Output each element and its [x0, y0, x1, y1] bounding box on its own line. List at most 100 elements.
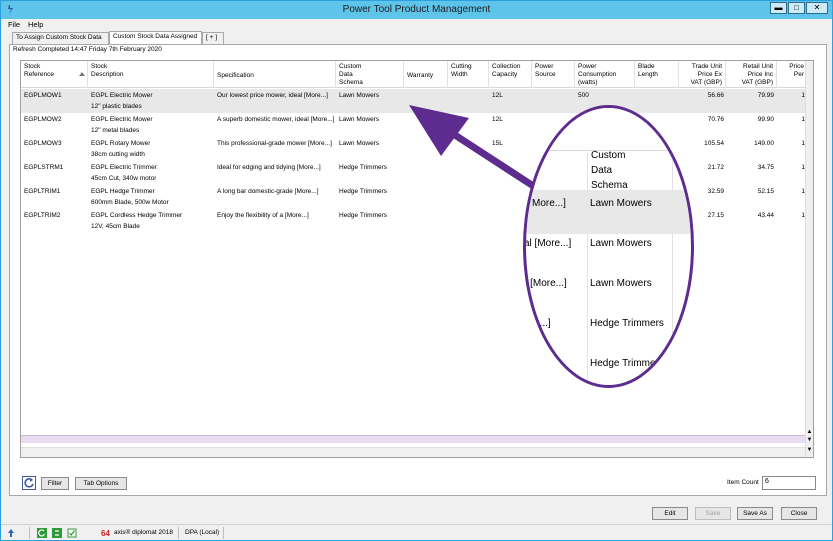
scroll-end-icon[interactable]: ▼ [806, 446, 813, 454]
cell-retail: 43.44 [757, 212, 774, 219]
cell-schema: Lawn Mowers [339, 116, 380, 123]
menu-file[interactable]: File [8, 20, 20, 29]
cell-desc: EGPL Rotary Mower [91, 140, 151, 147]
save-button[interactable]: Save [695, 507, 731, 520]
scroll-down-icon[interactable]: ▼ [806, 436, 813, 444]
item-count-field: 6 [762, 476, 816, 490]
zoom-schema-text: Hedge Trimmers [590, 318, 664, 329]
cell-schema: Hedge Trimmers [339, 212, 388, 219]
save-as-button[interactable]: Save As [737, 507, 773, 520]
col-stock-reference[interactable]: Stock Reference [21, 61, 88, 88]
menu-help[interactable]: Help [28, 20, 43, 29]
col-specification[interactable]: Specification [214, 61, 336, 88]
tab-options-button[interactable]: Tab Options [75, 477, 127, 490]
cell-desc-line2: 600mm Blade, 500w Motor [91, 199, 169, 206]
item-count-label: Item Count [727, 479, 759, 486]
refresh-icon [24, 478, 34, 488]
col-trade-price[interactable]: Trade Unit Price Ex VAT (GBP) [679, 61, 726, 88]
zoom-spec-text: al [More...] [524, 238, 572, 249]
minimize-button[interactable]: ▬ [770, 2, 787, 14]
maximize-button[interactable]: □ [788, 2, 805, 14]
zoom-column-line [587, 150, 588, 385]
col-power-consumption[interactable]: Power Consumption (watts) [575, 61, 635, 88]
cell-spec[interactable]: Ideal for edging and tidying [More...] [217, 162, 335, 173]
close-window-button[interactable]: ✕ [806, 2, 828, 14]
cell-ref: EGPLTRIM1 [24, 188, 61, 195]
cell-retail: 52.15 [757, 188, 774, 195]
zoom-schema-text: Lawn Mowers [590, 198, 652, 209]
cell-desc-line2: 12V, 45cm Blade [91, 223, 140, 230]
cell-desc: EGPL Electric Trimmer [91, 164, 157, 171]
cell-power: 500 [578, 92, 589, 99]
status-product: axis® diplomat 2018 [114, 529, 173, 536]
col-retail-price[interactable]: Retail Unit Price Inc VAT (GBP) [726, 61, 777, 88]
edit-button[interactable]: Edit [652, 507, 688, 520]
zoom-col-custom-data-schema: Custom Data Schema [591, 150, 628, 191]
cell-schema: Hedge Trimmers [339, 188, 388, 195]
sync-icon[interactable] [52, 528, 62, 538]
upload-icon[interactable] [6, 528, 16, 538]
cell-spec[interactable]: Enjoy the flexibility of a [More...] [217, 210, 335, 221]
col-power-source[interactable]: Power Source [532, 61, 575, 88]
col-warranty[interactable]: Warranty [404, 61, 448, 88]
app-window: Power Tool Product Management ▬ □ ✕ File… [0, 0, 833, 541]
cell-spec[interactable]: A superb domestic mower, ideal [More...] [217, 114, 335, 125]
menu-bar: File Help [1, 19, 832, 30]
status-separator [223, 527, 224, 539]
status-bar: 64 axis® diplomat 2018 DPA (Local) [1, 524, 832, 540]
tab-add[interactable]: [ + ] [202, 32, 224, 44]
cell-spec[interactable]: A long bar domestic-grade [More...] [217, 186, 335, 197]
cell-spec[interactable]: Our lowest price mower, ideal [More...] [217, 90, 335, 101]
cell-desc: EGPL Hedge Trimmer [91, 188, 155, 195]
zoom-schema-text: Lawn Mowers [590, 278, 652, 289]
zoom-spec-text: e...] [534, 318, 551, 329]
vertical-scrollbar[interactable]: ▲ ▼ ▼ [805, 61, 813, 457]
cell-retail: 79.99 [757, 92, 774, 99]
status-separator [29, 527, 30, 539]
zoom-callout: Custom Data Schema More...] Lawn Mowers … [523, 105, 694, 388]
title-bar[interactable]: Power Tool Product Management ▬ □ ✕ [1, 1, 832, 19]
col-custom-data-schema[interactable]: Custom Data Schema [336, 61, 404, 88]
status-server: DPA (Local) [185, 529, 220, 536]
refresh-green-icon[interactable] [37, 528, 47, 538]
cell-schema: Hedge Trimmers [339, 164, 388, 171]
cell-desc-line2: 12" metal blades [91, 127, 140, 134]
filter-button[interactable]: Filter [41, 477, 69, 490]
cell-ref: EGPLTRIM2 [24, 212, 61, 219]
col-price-per[interactable]: Price Per [777, 61, 807, 88]
horizontal-scrollbar[interactable] [21, 447, 807, 457]
window-title: Power Tool Product Management [342, 4, 491, 15]
cell-per: 1 [801, 212, 805, 219]
cell-desc: EGPL Electric Mower [91, 116, 153, 123]
cell-trade: 21.72 [707, 164, 724, 171]
refresh-button[interactable] [22, 476, 36, 490]
cell-per: 1 [801, 188, 805, 195]
zoom-schema-text: Lawn Mowers [590, 238, 652, 249]
col-collection-capacity[interactable]: Collection Capacity [489, 61, 532, 88]
close-button[interactable]: Close [781, 507, 817, 520]
zoom-spec-text: More...] [532, 198, 566, 209]
tab-assigned[interactable]: Custom Stock Data Assigned [109, 31, 202, 44]
col-blade-length[interactable]: Blade Length [635, 61, 679, 88]
col-stock-description[interactable]: Stock Description [88, 61, 214, 88]
cell-schema: Lawn Mowers [339, 140, 380, 147]
scroll-up-icon[interactable]: ▲ [806, 428, 813, 436]
table-row[interactable]: EGPLTRIM2 EGPL Cordless Hedge Trimmer 12… [21, 209, 813, 233]
zoom-header-area [526, 108, 691, 150]
tab-to-assign[interactable]: To Assign Custom Stock Data [12, 32, 109, 44]
cell-desc: EGPL Cordless Hedge Trimmer [91, 212, 183, 219]
filter-row[interactable] [21, 435, 807, 443]
cell-schema: Lawn Mowers [339, 92, 380, 99]
zoom-column-line [672, 150, 673, 385]
cell-per: 1 [801, 164, 805, 171]
cell-per: 1 [801, 116, 805, 123]
checklist-icon[interactable] [67, 528, 77, 538]
cell-trade: 56.66 [707, 92, 724, 99]
svg-text:64: 64 [101, 529, 110, 538]
sort-ascending-icon [79, 72, 85, 76]
zoom-schema-text: Hedge Trimmers [590, 358, 664, 369]
cell-spec[interactable]: This professional-grade mower [More...] [217, 138, 335, 149]
cell-ref: EGPLSTRM1 [24, 164, 64, 171]
col-cutting-width[interactable]: Cutting Width [448, 61, 489, 88]
status-separator [178, 527, 179, 539]
